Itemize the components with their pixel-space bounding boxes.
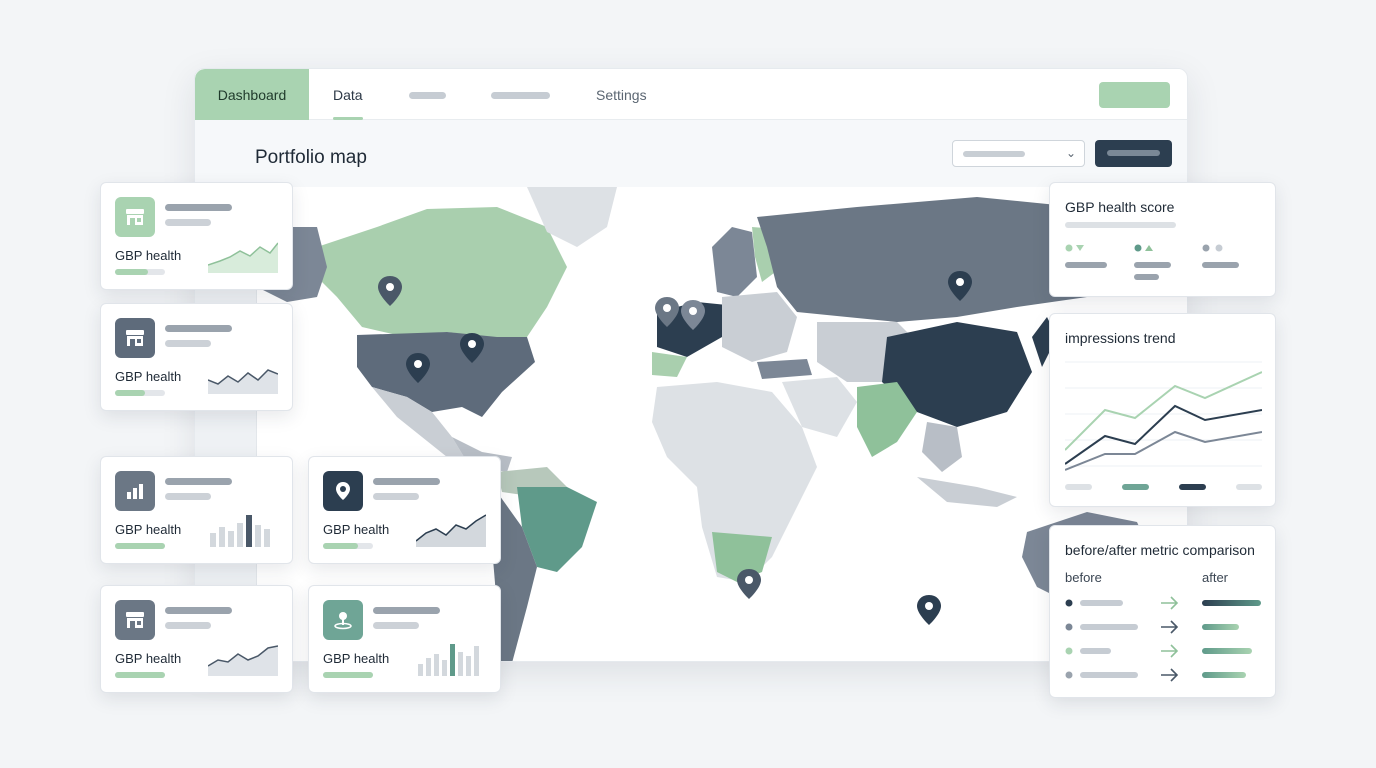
gbp-health-score-panel[interactable]: GBP health score	[1049, 182, 1276, 297]
page-header: Portfolio map ⌄	[195, 121, 1187, 187]
storefront-icon	[115, 600, 155, 640]
gbp-health-card-4[interactable]: GBP health	[308, 456, 501, 564]
tab-placeholder-1[interactable]	[409, 92, 446, 99]
card-line-placeholder	[165, 340, 211, 347]
card-line-placeholder	[165, 622, 211, 629]
card-line-placeholder	[373, 478, 440, 485]
card-title: GBP health	[115, 522, 182, 537]
impressions-line-chart	[1065, 361, 1262, 490]
tab-data[interactable]: Data	[333, 69, 363, 120]
region-canada	[317, 207, 567, 337]
region-southeast-asia	[922, 422, 962, 472]
card-title: GBP health	[323, 651, 390, 666]
tab-bar: Dashboard Data Settings	[195, 69, 1187, 120]
tab-data-label: Data	[333, 86, 363, 103]
gbp-health-card-2[interactable]: GBP health	[100, 303, 293, 411]
chevron-down-icon: ⌄	[1065, 146, 1076, 160]
bar-chart-icon	[115, 471, 155, 511]
progress-fill	[115, 672, 165, 678]
location-person-icon	[323, 600, 363, 640]
progress-bar	[323, 543, 373, 549]
score-indicators	[1065, 244, 1239, 280]
apply-button-label-placeholder	[1107, 150, 1160, 156]
progress-bar	[115, 269, 165, 275]
progress-bar	[115, 543, 165, 549]
card-line-placeholder	[165, 607, 232, 614]
after-label: after	[1202, 570, 1229, 585]
progress-fill	[115, 543, 165, 549]
progress-bar	[323, 672, 373, 678]
region-central-europe	[722, 292, 797, 362]
progress-bar	[115, 390, 165, 396]
card-line-placeholder	[373, 622, 419, 629]
card-line-placeholder	[165, 478, 232, 485]
progress-fill	[323, 543, 358, 549]
card-line-placeholder	[373, 493, 419, 500]
dropdown-value-placeholder	[963, 151, 1025, 157]
card-title: GBP health	[323, 522, 390, 537]
before-after-comparison-panel[interactable]: before/after metric comparison before af…	[1049, 525, 1276, 698]
mini-bar-chart	[210, 515, 270, 547]
panel-title: impressions trend	[1065, 330, 1176, 346]
primary-action-button[interactable]	[1099, 82, 1170, 108]
filter-dropdown[interactable]: ⌄	[952, 140, 1085, 167]
map-pin-icon	[737, 569, 761, 599]
card-line-placeholder	[165, 219, 211, 226]
region-indonesia	[917, 477, 1017, 507]
panel-title: before/after metric comparison	[1065, 542, 1255, 558]
page-title: Portfolio map	[255, 147, 367, 168]
tab-dashboard[interactable]: Dashboard	[195, 69, 309, 120]
card-line-placeholder	[165, 325, 232, 332]
tab-data-underline	[333, 117, 363, 120]
storefront-icon	[115, 197, 155, 237]
panel-subtitle-placeholder	[1065, 222, 1176, 228]
gbp-health-card-5[interactable]: GBP health	[100, 585, 293, 693]
impressions-trend-panel[interactable]: impressions trend	[1049, 313, 1276, 507]
sparkline-area	[208, 645, 278, 676]
gbp-health-card-1[interactable]: GBP health	[100, 182, 293, 290]
gbp-health-card-3[interactable]: GBP health	[100, 456, 293, 564]
region-iberia	[652, 352, 687, 377]
region-usa	[357, 332, 535, 417]
map-pin-icon	[323, 471, 363, 511]
region-turkey	[757, 359, 812, 379]
sparkline-area	[208, 369, 278, 394]
map-pin-icon	[917, 595, 941, 625]
sparkline-area	[208, 242, 278, 273]
storefront-icon	[115, 318, 155, 358]
card-line-placeholder	[165, 493, 211, 500]
progress-fill	[115, 390, 145, 396]
card-line-placeholder	[373, 607, 440, 614]
mini-bar-chart	[418, 644, 479, 676]
card-title: GBP health	[115, 248, 182, 263]
comparison-rows	[1065, 596, 1261, 682]
region-scandinavia	[712, 227, 757, 297]
card-line-placeholder	[165, 204, 232, 211]
sparkline-area	[416, 514, 486, 547]
before-label: before	[1065, 570, 1102, 585]
card-title: GBP health	[115, 369, 182, 384]
apply-button[interactable]	[1095, 140, 1172, 167]
tab-settings[interactable]: Settings	[596, 69, 647, 120]
card-title: GBP health	[115, 651, 182, 666]
progress-fill	[323, 672, 373, 678]
panel-title: GBP health score	[1065, 199, 1175, 215]
gbp-health-card-6[interactable]: GBP health	[308, 585, 501, 693]
progress-fill	[115, 269, 148, 275]
app-window: Dashboard Data Settings Portfolio map ⌄	[194, 68, 1188, 662]
progress-bar	[115, 672, 165, 678]
tab-placeholder-2[interactable]	[491, 92, 550, 99]
